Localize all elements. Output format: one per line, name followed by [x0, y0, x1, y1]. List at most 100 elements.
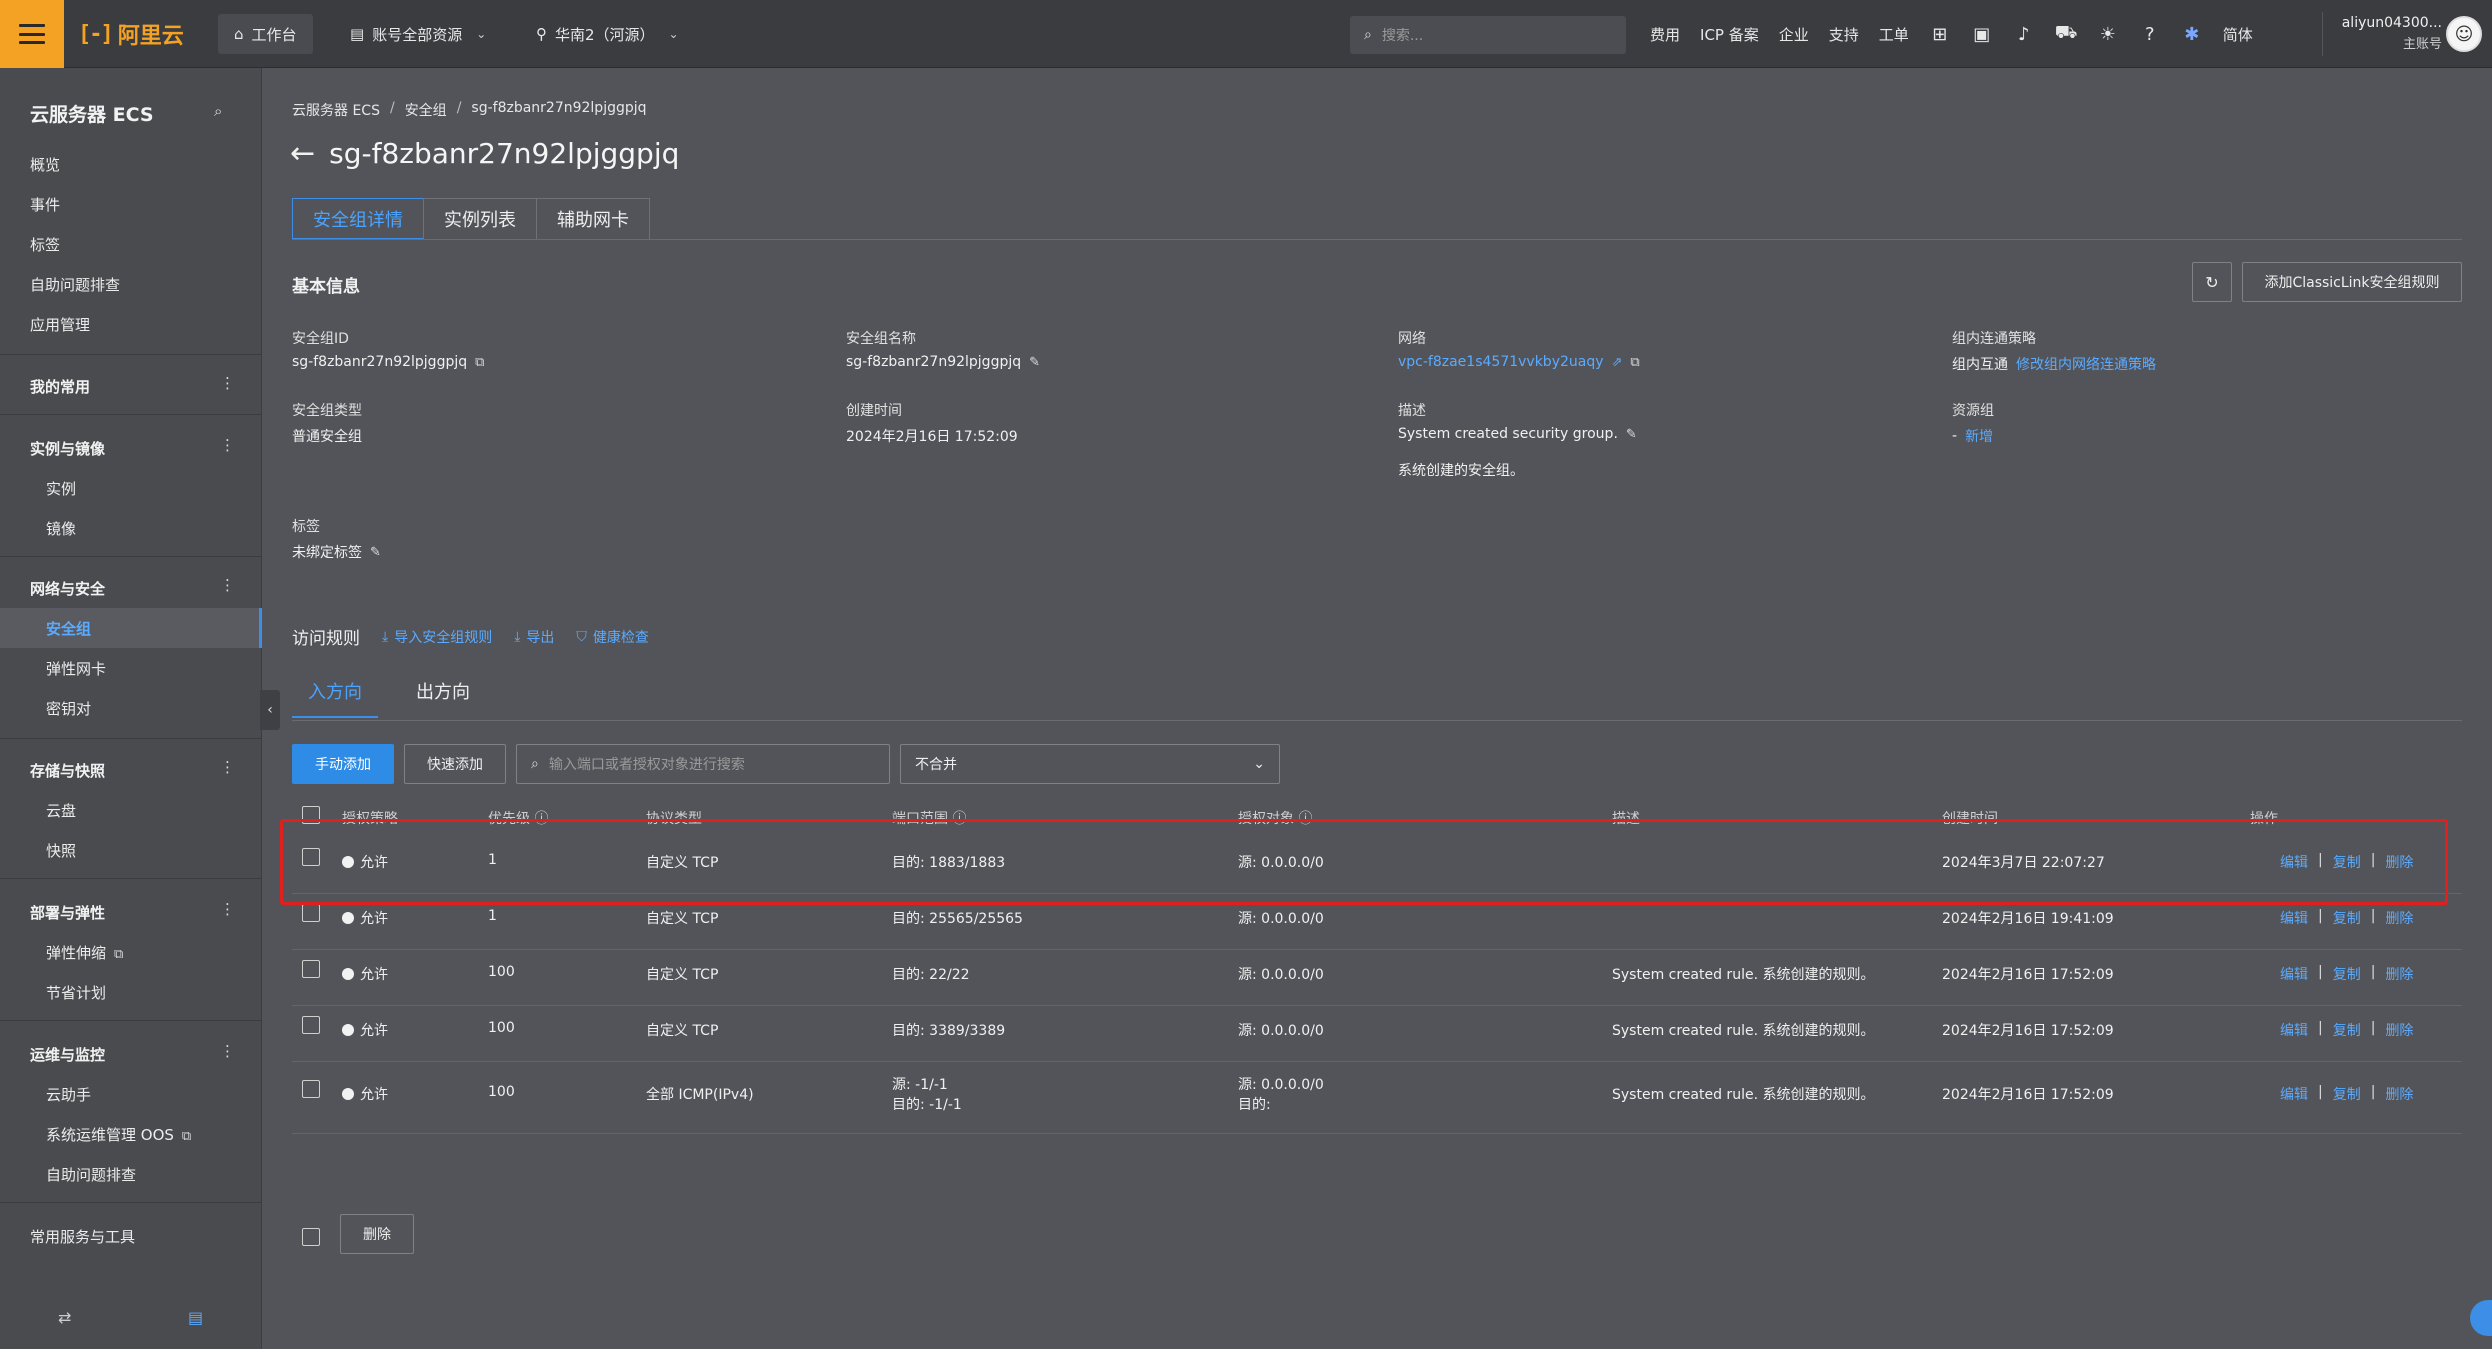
sidebar-item-tags[interactable]: 标签 [30, 234, 60, 255]
sidebar-item-savings-plan[interactable]: 节省计划 [46, 982, 106, 1003]
delete-link[interactable]: 删除 [2385, 964, 2413, 984]
ai-assistant-icon[interactable]: ✱ [2181, 24, 2203, 45]
row-checkbox[interactable] [302, 1080, 320, 1098]
sidebar-item-cloud-assistant[interactable]: 云助手 [46, 1084, 91, 1105]
quick-add-button[interactable]: 快速添加 [404, 744, 506, 784]
delete-link[interactable]: 删除 [2385, 908, 2413, 928]
lightbulb-icon[interactable]: ☀ [2097, 24, 2119, 45]
sidebar-group-ops-monitoring[interactable]: 运维与监控 [30, 1044, 105, 1065]
export-link[interactable]: ⤓ 导出 [514, 627, 554, 647]
cart-icon[interactable]: ⛟ [2055, 22, 2078, 46]
tab-secondary-eni[interactable]: 辅助网卡 [536, 198, 650, 240]
copy-link[interactable]: 复制 [2333, 1020, 2361, 1040]
sidebar-item-snapshots[interactable]: 快照 [46, 840, 76, 861]
bell-icon[interactable]: ♪ [2013, 24, 2035, 45]
sidebar-item-auto-scaling[interactable]: 弹性伸缩 ⧉ [46, 942, 123, 963]
merge-select[interactable]: 不合并 ⌄ [900, 744, 1280, 784]
import-rules-link[interactable]: ⤓ 导入安全组规则 [382, 627, 492, 647]
tab-instance-list[interactable]: 实例列表 [423, 198, 537, 240]
sidebar-item-instances[interactable]: 实例 [46, 478, 76, 499]
sidebar-group-storage-snapshots[interactable]: 存储与快照 [30, 760, 105, 781]
delete-link[interactable]: 删除 [2385, 1084, 2413, 1104]
tab-outbound[interactable]: 出方向 [412, 678, 474, 718]
more-dots-icon[interactable]: ⋮ [220, 436, 235, 454]
swap-icon[interactable]: ⇄ [58, 1308, 71, 1327]
modify-intra-policy-link[interactable]: 修改组内网络连通策略 [2016, 354, 2156, 374]
global-search-input[interactable]: ⌕ 搜索... [1350, 16, 1626, 54]
back-arrow-icon[interactable]: ← [290, 136, 315, 171]
vpc-link[interactable]: vpc-f8zae1s4571vvkby2uaqy [1398, 354, 1604, 370]
breadcrumb-security-groups[interactable]: 安全组 [405, 100, 447, 120]
sidebar-group-deployment-elasticity[interactable]: 部署与弹性 [30, 902, 105, 923]
edit-link[interactable]: 编辑 [2280, 1084, 2308, 1104]
refresh-button[interactable]: ↻ [2192, 262, 2232, 302]
edit-link[interactable]: 编辑 [2280, 1020, 2308, 1040]
more-dots-icon[interactable]: ⋮ [220, 758, 235, 776]
sidebar-item-self-diagnosis[interactable]: 自助问题排查 [30, 274, 120, 295]
rule-search-input[interactable]: ⌕ 输入端口或者授权对象进行搜索 [516, 744, 890, 784]
copy-link[interactable]: 复制 [2333, 908, 2361, 928]
terminal-icon[interactable]: ▣ [1971, 24, 1993, 45]
tab-inbound[interactable]: 入方向 [292, 678, 378, 718]
row-checkbox[interactable] [302, 1016, 320, 1034]
sidebar-group-network-security[interactable]: 网络与安全 [30, 578, 105, 599]
sidebar-item-events[interactable]: 事件 [30, 194, 60, 215]
more-dots-icon[interactable]: ⋮ [220, 900, 235, 918]
sidebar-item-key-pairs[interactable]: 密钥对 [46, 698, 91, 719]
bulk-delete-button[interactable]: 删除 [340, 1214, 414, 1254]
sidebar-group-favorites[interactable]: 我的常用 [30, 376, 90, 397]
user-account-menu[interactable]: aliyun04300... 主账号 [2330, 12, 2442, 56]
sidebar-item-oos[interactable]: 系统运维管理 OOS ⧉ [46, 1124, 191, 1145]
resource-group-text: - [1952, 428, 1958, 444]
more-dots-icon[interactable]: ⋮ [220, 1042, 235, 1060]
health-check-link[interactable]: ⛉ 健康检查 [576, 627, 649, 647]
edit-icon[interactable]: ✎ [370, 545, 381, 560]
link-support[interactable]: 支持 [1829, 24, 1859, 45]
sidebar-item-app-management[interactable]: 应用管理 [30, 314, 90, 335]
row-checkbox[interactable] [302, 904, 320, 922]
avatar[interactable]: ☺ [2446, 16, 2482, 52]
sidebar-group-instances-images[interactable]: 实例与镜像 [30, 438, 105, 459]
external-link-icon[interactable]: ⇗ [1612, 355, 1623, 370]
sidebar-item-images[interactable]: 镜像 [46, 518, 76, 539]
link-ticket[interactable]: 工单 [1879, 24, 1909, 45]
hamburger-menu-button[interactable] [0, 0, 64, 68]
sidebar-item-eni[interactable]: 弹性网卡 [46, 658, 106, 679]
sidebar-item-overview[interactable]: 概览 [30, 154, 60, 175]
sidebar-search-icon[interactable]: ⌕ [214, 102, 222, 120]
sidebar-item-common-tools[interactable]: 常用服务与工具 [30, 1226, 135, 1247]
sidebar-item-security-groups[interactable]: 安全组 [46, 618, 91, 639]
manual-add-button[interactable]: 手动添加 [292, 744, 394, 784]
region-dropdown[interactable]: ⚲ 华南2（河源） ⌄ [536, 14, 679, 54]
workbench-button[interactable]: ⌂ 工作台 [218, 14, 313, 54]
sidebar-item-disks[interactable]: 云盘 [46, 800, 76, 821]
add-resource-group-link[interactable]: 新增 [1965, 426, 1993, 446]
language-switch[interactable]: 简体 [2223, 24, 2253, 45]
document-icon[interactable]: ▤ [188, 1308, 203, 1327]
row-checkbox[interactable] [302, 960, 320, 978]
edit-icon[interactable]: ✎ [1626, 427, 1637, 442]
add-classiclink-rule-button[interactable]: 添加ClassicLink安全组规则 [2242, 262, 2462, 302]
resource-scope-dropdown[interactable]: ▤ 账号全部资源 ⌄ [350, 14, 486, 54]
app-grid-icon[interactable]: ⊞ [1929, 24, 1951, 45]
sidebar-item-self-diagnosis-2[interactable]: 自助问题排查 [46, 1164, 136, 1185]
edit-link[interactable]: 编辑 [2280, 964, 2308, 984]
aliyun-logo[interactable]: [-] 阿里云 [78, 20, 184, 50]
delete-link[interactable]: 删除 [2385, 1020, 2413, 1040]
copy-link[interactable]: 复制 [2333, 964, 2361, 984]
link-enterprise[interactable]: 企业 [1779, 24, 1809, 45]
tab-sg-details[interactable]: 安全组详情 [292, 198, 424, 240]
more-dots-icon[interactable]: ⋮ [220, 374, 235, 392]
help-icon[interactable]: ? [2139, 24, 2161, 45]
more-dots-icon[interactable]: ⋮ [220, 576, 235, 594]
bulk-select-checkbox[interactable] [302, 1228, 320, 1246]
edit-icon[interactable]: ✎ [1029, 355, 1040, 370]
copy-icon[interactable]: ⧉ [475, 355, 484, 370]
edit-link[interactable]: 编辑 [2280, 908, 2308, 928]
user-name: aliyun04300... [2341, 15, 2442, 31]
copy-link[interactable]: 复制 [2333, 1084, 2361, 1104]
link-icp[interactable]: ICP 备案 [1700, 24, 1759, 45]
link-billing[interactable]: 费用 [1650, 24, 1680, 45]
breadcrumb-ecs[interactable]: 云服务器 ECS [292, 100, 380, 120]
copy-icon[interactable]: ⧉ [1630, 355, 1639, 370]
